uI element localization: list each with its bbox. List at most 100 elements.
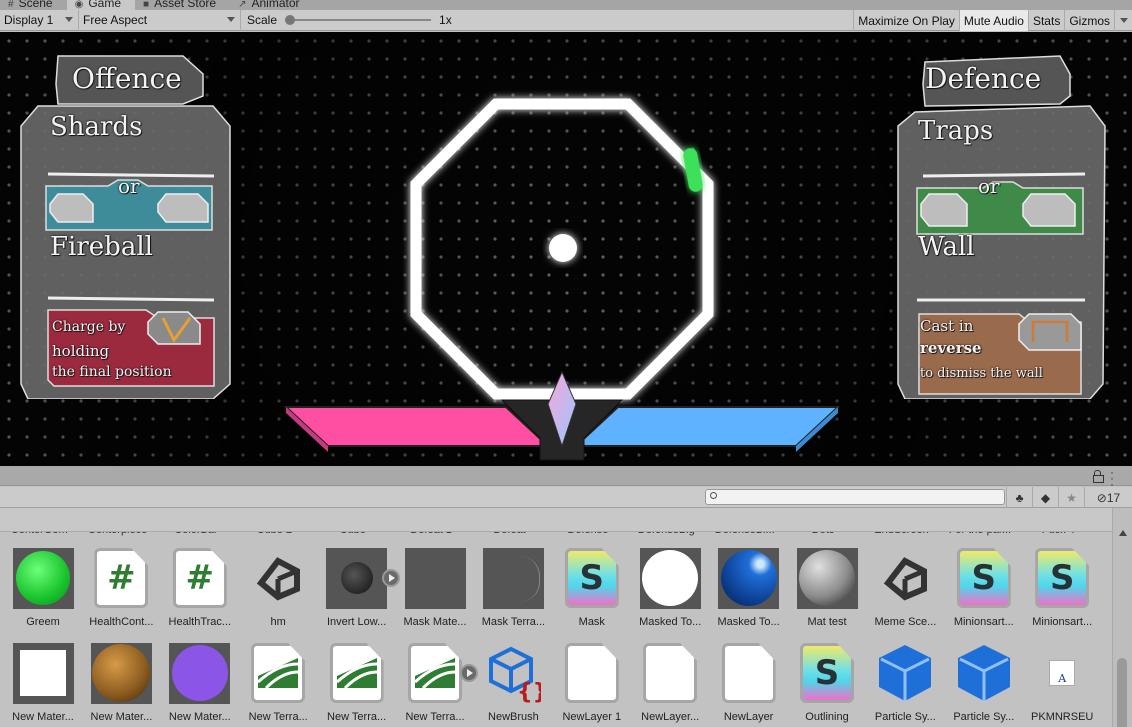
breadcrumb-strip bbox=[0, 508, 1112, 532]
asset-grid-scrollbar[interactable] bbox=[1112, 508, 1132, 727]
shard-left-icon bbox=[49, 193, 94, 223]
asset-label-cut[interactable]: EndScreen bbox=[862, 532, 940, 536]
asset-item[interactable]: S Outlining bbox=[786, 642, 864, 727]
aspect-dropdown[interactable]: Free Aspect bbox=[79, 9, 241, 31]
asset-label: New Terra... bbox=[327, 711, 387, 723]
asset-label-cut[interactable]: Dots bbox=[784, 532, 862, 536]
scrollbar-thumb[interactable] bbox=[1117, 658, 1127, 727]
asset-thumbnail bbox=[326, 642, 388, 704]
asset-label: Minionsart... bbox=[953, 616, 1014, 628]
asset-thumbnail bbox=[247, 642, 309, 704]
asset-item[interactable]: {} NewBrush bbox=[472, 642, 550, 727]
asset-label-cut[interactable]: DefenseBig bbox=[627, 532, 705, 536]
asset-label: New Terra... bbox=[405, 711, 465, 723]
asset-label-cut[interactable]: Defeat bbox=[470, 532, 548, 536]
asset-item[interactable]: New Terra... bbox=[237, 642, 315, 727]
asset-item[interactable]: Mat test bbox=[786, 547, 864, 637]
asset-item[interactable]: Meme Sce... bbox=[864, 547, 942, 637]
asset-thumbnail bbox=[90, 642, 152, 704]
material-preview-icon bbox=[12, 547, 74, 609]
animator-icon: ↗ bbox=[238, 0, 247, 10]
asset-item[interactable]: New Mater... bbox=[80, 642, 158, 727]
asset-label-cut[interactable]: Defeat 1 bbox=[392, 532, 470, 536]
chevron-down-icon bbox=[65, 16, 73, 22]
tab-game[interactable]: ◉ Game bbox=[66, 0, 136, 10]
asset-item[interactable]: New Mater... bbox=[2, 642, 80, 727]
traps-or-label: or bbox=[978, 174, 1000, 198]
asset-label-cut[interactable]: DefenseBi... bbox=[706, 532, 784, 536]
asset-item[interactable]: # HealthTrac... bbox=[159, 547, 237, 637]
material-preview-icon bbox=[326, 547, 388, 609]
asset-thumbnail: # bbox=[90, 547, 152, 609]
asset-thumbnail bbox=[718, 547, 780, 609]
project-toolbar: ♣ ◆ ★ ⊘ 17 bbox=[0, 487, 1132, 508]
asset-item[interactable]: hm bbox=[237, 547, 315, 637]
asset-item[interactable]: Particle Sy... bbox=[943, 642, 1021, 727]
svg-text:{}: {} bbox=[517, 680, 541, 703]
asset-label: NewLayer 1 bbox=[562, 711, 622, 723]
asset-item[interactable]: NewLayer... bbox=[629, 642, 707, 727]
gizmos-dropdown[interactable] bbox=[1114, 10, 1132, 31]
asset-item[interactable]: Mask Terra... bbox=[472, 547, 550, 637]
asset-label: New Terra... bbox=[248, 711, 308, 723]
asset-item[interactable]: A PKMNRSEU bbox=[1021, 642, 1099, 727]
mute-audio-toggle[interactable]: Mute Audio bbox=[958, 10, 1028, 31]
asset-label: Invert Low... bbox=[326, 616, 387, 628]
asset-item[interactable]: Masked To... bbox=[629, 547, 707, 637]
asset-label: Greem bbox=[26, 616, 60, 628]
asset-label-cut[interactable]: For the par... bbox=[941, 532, 1019, 536]
asset-label-cut[interactable]: Defense bbox=[549, 532, 627, 536]
shader-icon: S bbox=[800, 643, 854, 703]
asset-label: Particle Sy... bbox=[953, 711, 1015, 723]
asset-thumbnail bbox=[169, 642, 231, 704]
editor-tabs: # Scene ◉ Game ■ Asset Store ↗ Animator bbox=[0, 0, 1132, 10]
asset-item[interactable]: Mask Mate... bbox=[394, 547, 472, 637]
asset-item[interactable]: S Mask bbox=[551, 547, 629, 637]
gizmos-toggle[interactable]: Gizmos bbox=[1064, 10, 1114, 31]
eye-slash-icon: ⊘ bbox=[1096, 490, 1107, 505]
asset-item[interactable]: S Minionsart... bbox=[943, 547, 1021, 637]
asset-item[interactable]: S Minionsart... bbox=[1021, 547, 1099, 637]
asset-label: New Mater... bbox=[90, 711, 153, 723]
asset-item[interactable]: Particle Sy... bbox=[864, 642, 942, 727]
maximize-on-play-toggle[interactable]: Maximize On Play bbox=[853, 10, 959, 31]
more-options-icon[interactable]: · · · bbox=[1110, 466, 1114, 490]
asset-label-cut[interactable]: CenterGem bbox=[0, 532, 78, 536]
asset-label-cut[interactable]: Cube 2 bbox=[235, 532, 313, 536]
game-view[interactable]: Offence Shards or Fireball Charge by hol… bbox=[0, 32, 1132, 466]
search-field[interactable] bbox=[705, 489, 1005, 505]
asset-label-cut[interactable]: Cube bbox=[314, 532, 392, 536]
asset-item[interactable]: Invert Low... bbox=[316, 547, 400, 637]
asset-label-cut[interactable]: Fuck 4 bbox=[1019, 532, 1097, 536]
asset-label: New Mater... bbox=[168, 711, 231, 723]
asset-item[interactable]: New Terra... bbox=[316, 642, 394, 727]
favorites-button[interactable]: ★ bbox=[1058, 487, 1084, 508]
asset-label-cut[interactable]: ColorBar bbox=[157, 532, 235, 536]
asset-label: NewLayer... bbox=[641, 711, 700, 723]
tab-scene[interactable]: # Scene bbox=[0, 0, 67, 10]
asset-label-cut[interactable]: Centerpiece bbox=[78, 532, 156, 536]
search-by-label-button[interactable]: ◆ bbox=[1032, 487, 1058, 508]
asset-label: HealthTrac... bbox=[168, 616, 232, 628]
scroll-up-icon[interactable] bbox=[1119, 530, 1127, 536]
hidden-packages-toggle[interactable]: ⊘ 17 bbox=[1084, 487, 1132, 508]
search-input[interactable] bbox=[720, 490, 1000, 504]
wall-heading: Wall bbox=[918, 232, 975, 262]
wall-hint-line3: to dismiss the wall bbox=[920, 366, 1043, 381]
asset-item[interactable]: Greem bbox=[2, 547, 80, 637]
search-by-type-button[interactable]: ♣ bbox=[1006, 487, 1032, 508]
asset-item[interactable]: # HealthCont... bbox=[80, 547, 158, 637]
display-dropdown[interactable]: Display 1 bbox=[0, 9, 79, 31]
asset-item[interactable]: New Mater... bbox=[159, 642, 237, 727]
asset-item[interactable]: NewLayer 1 bbox=[551, 642, 629, 727]
lock-icon[interactable] bbox=[1093, 470, 1104, 483]
asset-item[interactable]: NewLayer bbox=[708, 642, 786, 727]
csharp-script-icon: # bbox=[94, 548, 149, 608]
scale-slider-handle[interactable] bbox=[285, 15, 296, 25]
asset-item[interactable]: New Terra... bbox=[394, 642, 478, 727]
stats-toggle[interactable]: Stats bbox=[1027, 10, 1064, 31]
scale-slider[interactable] bbox=[285, 15, 432, 25]
tab-animator[interactable]: ↗ Animator bbox=[230, 0, 313, 10]
tab-asset-store[interactable]: ■ Asset Store bbox=[135, 0, 230, 10]
asset-item[interactable]: Masked To... bbox=[708, 547, 786, 637]
